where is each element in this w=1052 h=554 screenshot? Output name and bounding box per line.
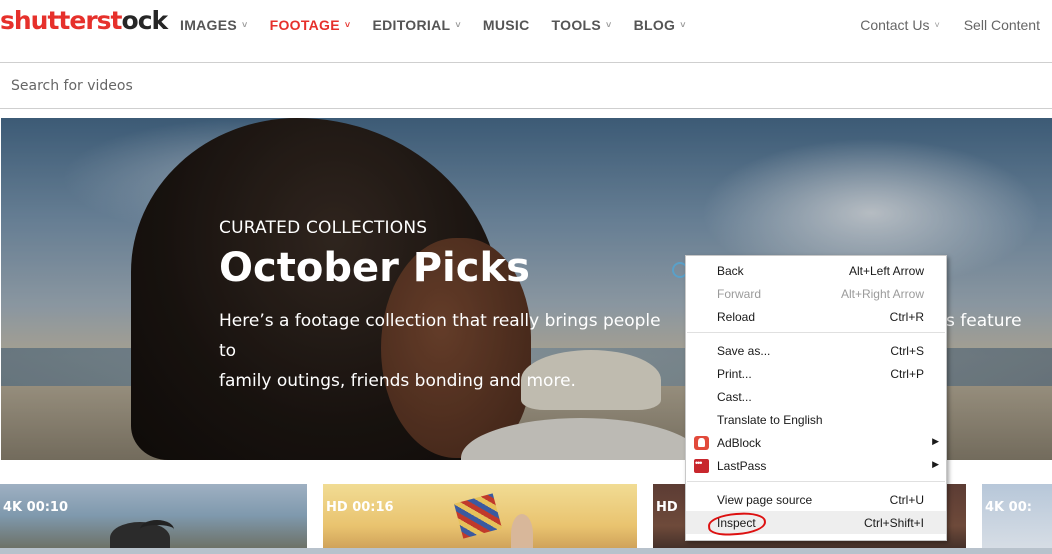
search-input[interactable] [0, 63, 1052, 108]
submenu-arrow-icon: ▶ [932, 436, 939, 446]
nav-tools[interactable]: TOOLS ˅ [552, 17, 612, 33]
nav-editorial[interactable]: EDITORIAL ˅ [372, 17, 460, 33]
menu-item-label: LastPass [717, 459, 767, 473]
top-navigation: shutterstock IMAGES ˅ FOOTAGE ˅ EDITORIAL ˅… [0, 0, 1052, 62]
logo-text: shutterst [0, 6, 122, 35]
thumbnail-subject-horn [140, 520, 174, 539]
adblock-icon [694, 436, 709, 450]
nav-editorial-label: EDITORIAL [372, 17, 451, 33]
shutterstock-logo[interactable]: shutterstock [0, 6, 168, 35]
menu-item-label: Inspect [717, 516, 756, 530]
nav-footage-label: FOOTAGE [269, 17, 340, 33]
lastpass-icon [694, 458, 709, 473]
menu-item-label: Translate to English [717, 413, 823, 427]
logo-text-o: o [121, 6, 139, 35]
menu-item-label: Save as... [717, 344, 771, 358]
hero-description: Here’s a footage collection that really … [219, 306, 679, 396]
menu-item-lastpass[interactable]: LastPass ▶ [686, 454, 946, 477]
chevron-down-icon: ˅ [242, 20, 248, 30]
context-menu: Back Alt+Left Arrow Forward Alt+Right Arro… [685, 255, 947, 541]
menu-item-label: View page source [717, 493, 813, 507]
nav-blog[interactable]: BLOG ˅ [634, 17, 686, 33]
logo-text-suffix: ck [137, 6, 168, 35]
chevron-down-icon: ˅ [344, 20, 351, 30]
thumbnail-kite [454, 493, 502, 539]
hero-title: October Picks [219, 245, 530, 291]
chevron-down-icon: ˅ [606, 20, 612, 30]
nav-music-label: MUSIC [482, 17, 530, 33]
menu-item-label: Print... [717, 367, 752, 381]
nav-tools-label: TOOLS [551, 17, 601, 33]
menu-item-forward: Forward Alt+Right Arrow [686, 282, 946, 305]
menu-separator [687, 332, 945, 333]
menu-item-reload[interactable]: Reload Ctrl+R [686, 305, 946, 328]
menu-item-shortcut: Ctrl+R [889, 310, 924, 324]
nav-images[interactable]: IMAGES ˅ [180, 17, 248, 33]
menu-item-save-as[interactable]: Save as... Ctrl+S [686, 339, 946, 362]
sell-content-link[interactable]: Sell Content [964, 17, 1040, 33]
nav-blog-label: BLOG [633, 17, 676, 33]
video-badge: 4K 00: [985, 500, 1032, 515]
menu-item-shortcut: Alt+Right Arrow [840, 287, 924, 301]
menu-item-print[interactable]: Print... Ctrl+P [686, 362, 946, 385]
submenu-arrow-icon: ▶ [932, 459, 939, 469]
menu-item-cast[interactable]: Cast... [686, 385, 946, 408]
menu-item-shortcut: Ctrl+S [890, 344, 924, 358]
hero-eyebrow: CURATED COLLECTIONS [219, 218, 428, 238]
menu-item-inspect[interactable]: Inspect Ctrl+Shift+I [686, 511, 946, 537]
nav-images-label: IMAGES [180, 17, 238, 33]
menu-item-label: Forward [717, 287, 762, 301]
menu-item-shortcut: Alt+Left Arrow [848, 264, 924, 278]
menu-item-view-source[interactable]: View page source Ctrl+U [686, 488, 946, 511]
nav-music[interactable]: MUSIC [483, 17, 530, 33]
menu-item-shortcut: Ctrl+P [890, 367, 924, 381]
menu-item-translate[interactable]: Translate to English [686, 408, 946, 431]
menu-item-label: Cast... [717, 390, 752, 404]
chevron-down-icon: ˅ [680, 20, 686, 30]
video-badge: HD [656, 500, 678, 515]
hero-description-line1: Here’s a footage collection that really … [219, 311, 661, 361]
video-badge: HD 00:16 [326, 500, 394, 515]
chevron-down-icon: ˅ [455, 20, 461, 30]
menu-item-shortcut: Ctrl+Shift+I [863, 516, 924, 530]
video-thumbnail[interactable]: 4K 00:10 [0, 484, 307, 554]
menu-item-label: Reload [717, 310, 756, 324]
video-thumbnail[interactable]: HD 00:16 [323, 484, 637, 554]
header-right-links: Contact Us ˅ Sell Content [860, 17, 1040, 33]
video-thumbnail[interactable]: 4K 00: [982, 484, 1052, 554]
main-nav: IMAGES ˅ FOOTAGE ˅ EDITORIAL ˅ MUSIC TOOLS ˅… [180, 17, 686, 33]
nav-footage[interactable]: FOOTAGE ˅ [270, 17, 351, 33]
horizontal-scrollbar[interactable] [0, 548, 1052, 554]
contact-us-label: Contact Us [860, 17, 930, 33]
video-badge: 4K 00:10 [3, 500, 69, 515]
chevron-down-icon: ˅ [934, 20, 940, 30]
hero-description-tail: s feature [946, 311, 1022, 331]
sell-content-label: Sell Content [963, 17, 1040, 33]
menu-item-shortcut: Ctrl+U [889, 493, 924, 507]
menu-item-label: Back [717, 264, 744, 278]
menu-item-adblock[interactable]: AdBlock ▶ [686, 431, 946, 454]
menu-separator [687, 481, 945, 482]
hero-description-line2: family outings, friends bonding and more… [219, 371, 576, 391]
contact-us-link[interactable]: Contact Us ˅ [860, 17, 940, 33]
menu-item-label: AdBlock [717, 436, 762, 450]
menu-item-back[interactable]: Back Alt+Left Arrow [686, 259, 946, 282]
search-bar [0, 62, 1052, 109]
